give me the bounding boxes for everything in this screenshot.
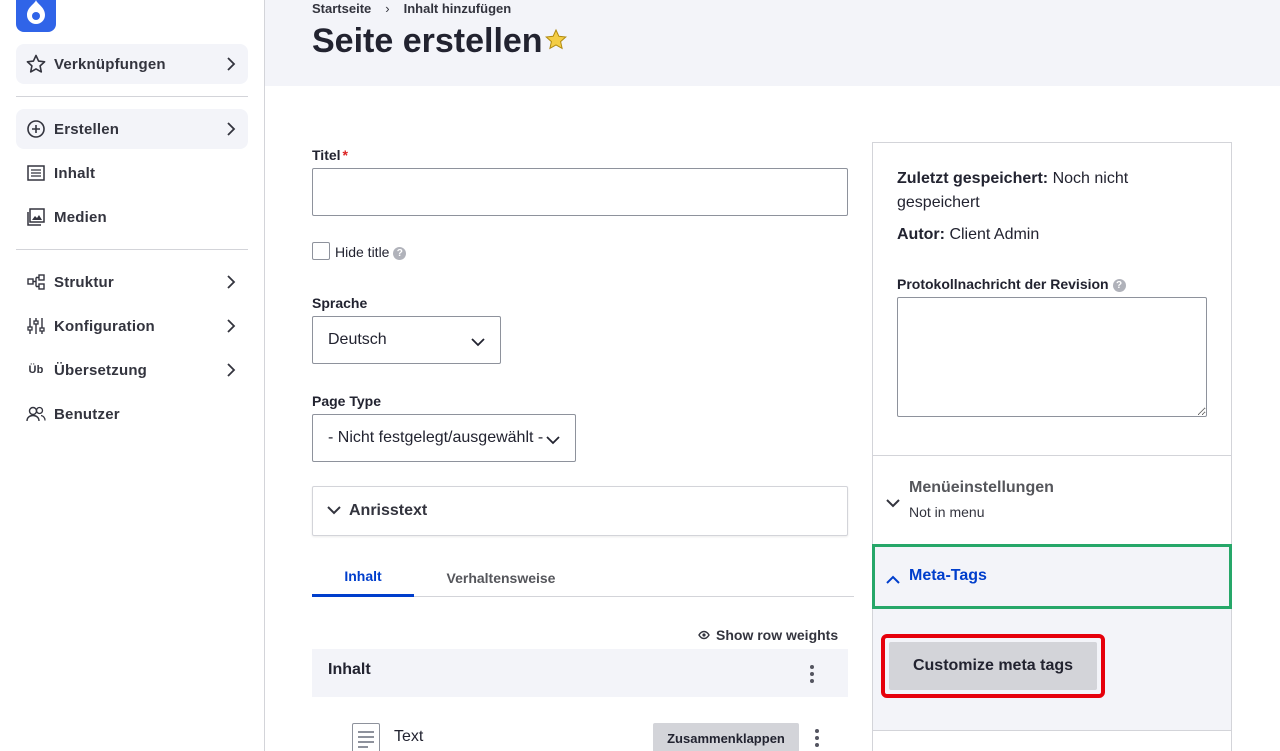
sidebar-item-structure[interactable]: Struktur [16, 262, 248, 302]
chevron-right-icon [226, 56, 236, 76]
meta-divider [873, 730, 1231, 731]
chevron-right-icon [226, 121, 236, 141]
sidebar-item-label: Inhalt [54, 164, 96, 182]
sidebar-item-content[interactable]: Inhalt [16, 153, 248, 193]
page-header: Startseite › Inhalt hinzufügen Seite ers… [265, 0, 1280, 86]
structure-icon [26, 272, 46, 292]
teaser-label: Anrisstext [349, 502, 428, 519]
sidebar-item-media[interactable]: Medien [16, 197, 248, 237]
table-header: Inhalt [312, 649, 848, 697]
author-value: Client Admin [949, 226, 1040, 243]
language-label: Sprache [312, 295, 368, 311]
star-outline-icon [26, 54, 46, 74]
chevron-right-icon [226, 274, 236, 294]
teaser-details-toggle[interactable]: Anrisstext [312, 486, 848, 536]
breadcrumb-link-home[interactable]: Startseite [312, 1, 371, 16]
sidebar-item-users[interactable]: Benutzer [16, 394, 248, 434]
help-icon[interactable]: ? [393, 246, 407, 260]
sliders-icon [26, 316, 46, 336]
eye-icon [698, 630, 710, 640]
required-marker: * [342, 147, 348, 163]
language-select[interactable]: Deutsch [312, 316, 501, 364]
tabs: Inhalt Verhaltensweise [312, 558, 854, 597]
favorite-star-icon[interactable] [544, 28, 568, 57]
breadcrumb-link-add-content[interactable]: Inhalt hinzufügen [404, 1, 512, 16]
kebab-menu-icon[interactable] [810, 665, 814, 683]
sidebar-item-translation[interactable]: Üb Übersetzung [16, 350, 248, 390]
tab-behavior[interactable]: Verhaltensweise [432, 558, 570, 597]
chevron-down-icon [327, 502, 341, 520]
tab-content[interactable]: Inhalt [312, 558, 414, 597]
title-input[interactable] [312, 168, 848, 216]
author-label: Autor: [897, 226, 945, 243]
chevron-down-icon [886, 495, 900, 513]
revision-log-textarea[interactable] [897, 297, 1207, 417]
sidebar: Verknüpfungen Erstellen Inhalt Medien St… [0, 0, 265, 751]
sidebar-item-label: Verknüpfungen [54, 55, 166, 73]
show-row-weights-label: Show row weights [716, 627, 839, 643]
help-icon[interactable]: ? [1112, 278, 1126, 292]
table-row-label: Text [394, 728, 424, 745]
drupal-logo-icon[interactable] [16, 0, 56, 32]
sidebar-item-label: Konfiguration [54, 317, 155, 335]
last-saved-label: Zuletzt gespeichert: [897, 170, 1049, 187]
show-row-weights-button[interactable]: Show row weights [698, 627, 838, 643]
hide-title-checkbox[interactable] [312, 242, 330, 260]
page-title: Seite erstellen [312, 22, 543, 60]
title-label-text: Titel [312, 147, 341, 163]
page-type-label: Page Type [312, 393, 381, 409]
users-icon [26, 404, 46, 424]
paragraph-text-icon [352, 723, 380, 751]
sidebar-item-create[interactable]: Erstellen [16, 109, 248, 149]
chevron-down-icon [471, 334, 485, 352]
page-type-select-value: - Nicht festgelegt/ausgewählt - [328, 429, 544, 446]
breadcrumb: Startseite › Inhalt hinzufügen [312, 1, 511, 16]
sidebar-item-shortcuts[interactable]: Verknüpfungen [16, 44, 248, 84]
language-select-value: Deutsch [328, 331, 387, 348]
sidebar-item-label: Medien [54, 208, 107, 226]
chevron-down-icon [544, 432, 560, 450]
chevron-right-icon [226, 318, 236, 338]
collapse-button[interactable]: Zusammenklappen [653, 723, 799, 751]
revision-log-label-text: Protokollnachricht der Revision [897, 276, 1109, 292]
plus-circle-icon [26, 119, 46, 139]
kebab-menu-icon[interactable] [815, 729, 819, 747]
author-info: Autor: Client Admin [897, 223, 1039, 247]
translation-icon: Üb [28, 364, 44, 376]
chevron-right-icon [226, 362, 236, 382]
hide-title-label: Hide title ? [335, 244, 407, 260]
sidebar-item-label: Struktur [54, 273, 114, 291]
meta-divider [873, 455, 1231, 456]
sidebar-item-configuration[interactable]: Konfiguration [16, 306, 248, 346]
sidebar-item-label: Erstellen [54, 120, 120, 138]
sidebar-divider [16, 96, 248, 97]
sidebar-divider [16, 249, 248, 250]
hide-title-text: Hide title [335, 244, 390, 260]
menu-settings-summary: Not in menu [909, 504, 985, 520]
customize-meta-tags-button[interactable]: Customize meta tags [889, 642, 1097, 690]
breadcrumb-chevron-icon: › [385, 1, 390, 16]
menu-settings-title: Menüeinstellungen [909, 479, 1054, 496]
table-header-label: Inhalt [328, 661, 371, 678]
revision-log-label: Protokollnachricht der Revision ? [897, 276, 1126, 292]
sidebar-item-label: Übersetzung [54, 361, 148, 379]
last-saved-info: Zuletzt gespeichert: Noch nicht gespeich… [897, 167, 1197, 215]
title-label: Titel * [312, 147, 348, 163]
page-type-select[interactable]: - Nicht festgelegt/ausgewählt - [312, 414, 576, 462]
content-list-icon [26, 163, 46, 183]
media-image-icon [26, 207, 46, 227]
chevron-up-icon [886, 572, 900, 590]
sidebar-item-label: Benutzer [54, 405, 120, 423]
meta-tags-title: Meta-Tags [909, 567, 987, 584]
